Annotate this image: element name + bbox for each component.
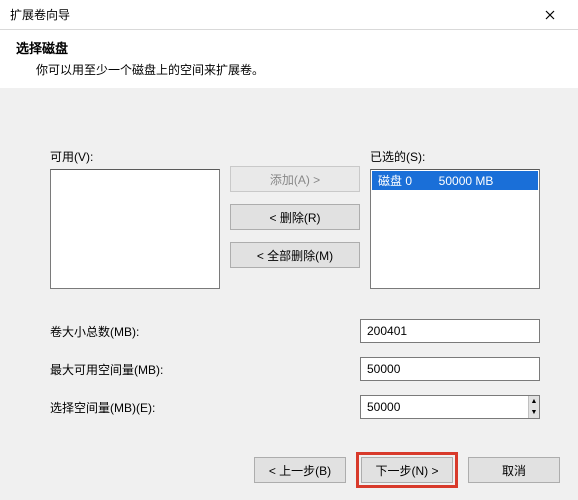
total-size-value: 200401 (360, 319, 540, 343)
list-item[interactable]: 磁盘 0 50000 MB (372, 171, 538, 190)
available-listbox[interactable] (50, 169, 220, 289)
remove-all-button[interactable]: < 全部删除(M) (230, 242, 360, 268)
select-space-spinner[interactable]: ▲ ▼ (360, 395, 540, 419)
next-button-highlight: 下一步(N) > (356, 452, 458, 488)
max-space-value: 50000 (360, 357, 540, 381)
wizard-header: 选择磁盘 你可以用至少一个磁盘上的空间来扩展卷。 (0, 30, 578, 88)
available-label: 可用(V): (50, 148, 220, 165)
titlebar: 扩展卷向导 (0, 0, 578, 30)
close-button[interactable] (530, 1, 570, 29)
selected-label: 已选的(S): (370, 148, 540, 165)
cancel-button[interactable]: 取消 (468, 457, 560, 483)
max-space-label: 最大可用空间量(MB): (50, 361, 310, 378)
wizard-footer: < 上一步(B) 下一步(N) > 取消 (254, 452, 560, 488)
wizard-body: 可用(V): 添加(A) > < 删除(R) < 全部删除(M) 已选的(S):… (0, 88, 578, 429)
select-space-input[interactable] (361, 396, 528, 418)
page-heading: 选择磁盘 (16, 38, 562, 57)
remove-button[interactable]: < 删除(R) (230, 204, 360, 230)
select-space-label: 选择空间量(MB)(E): (50, 399, 310, 416)
spinner-down-button[interactable]: ▼ (529, 407, 539, 418)
add-button[interactable]: 添加(A) > (230, 166, 360, 192)
spinner-up-button[interactable]: ▲ (529, 396, 539, 407)
next-button[interactable]: 下一步(N) > (361, 457, 453, 483)
window-title: 扩展卷向导 (10, 6, 70, 23)
selected-listbox[interactable]: 磁盘 0 50000 MB (370, 169, 540, 289)
close-icon (545, 10, 555, 20)
total-size-label: 卷大小总数(MB): (50, 323, 310, 340)
back-button[interactable]: < 上一步(B) (254, 457, 346, 483)
page-description: 你可以用至少一个磁盘上的空间来扩展卷。 (16, 61, 562, 78)
